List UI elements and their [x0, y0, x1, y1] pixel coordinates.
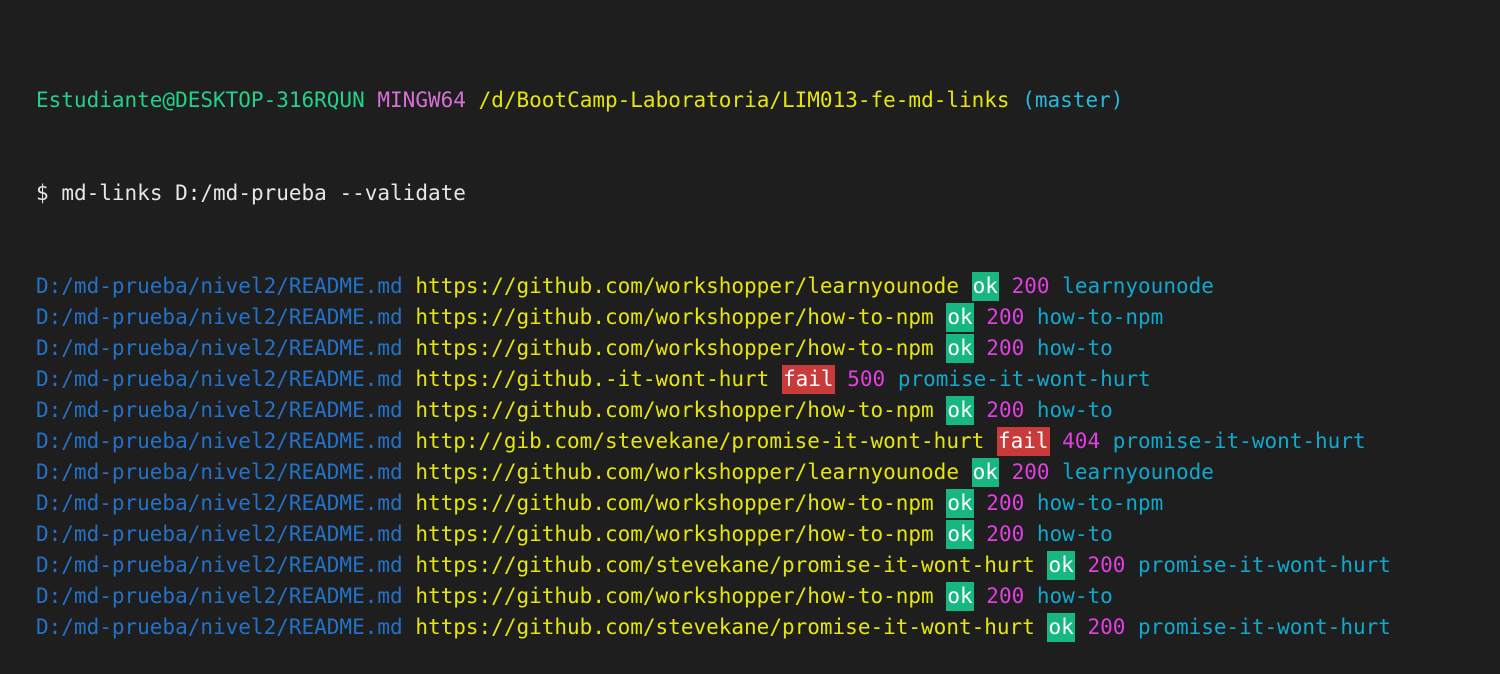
- result-link-text: how-to-npm: [1036, 305, 1164, 329]
- result-file-path: D:/md-prueba/nivel2/README.md: [36, 491, 403, 515]
- result-status-badge: ok: [946, 396, 974, 425]
- result-url: https://github.-it-wont-hurt: [415, 367, 770, 391]
- result-status-code: 200: [1087, 615, 1126, 639]
- result-url: https://github.com/workshopper/how-to-np…: [415, 305, 934, 329]
- result-row: D:/md-prueba/nivel2/README.md https://gi…: [36, 271, 1500, 302]
- result-status-badge: ok: [946, 582, 974, 611]
- result-status-code: 200: [986, 336, 1025, 360]
- result-file-path: D:/md-prueba/nivel2/README.md: [36, 398, 403, 422]
- result-row: D:/md-prueba/nivel2/README.md https://gi…: [36, 457, 1500, 488]
- result-row: D:/md-prueba/nivel2/README.md http://gib…: [36, 426, 1500, 457]
- result-status-code: 200: [986, 491, 1025, 515]
- result-url: http://gib.com/stevekane/promise-it-wont…: [415, 429, 985, 453]
- result-link-text: promise-it-wont-hurt: [1138, 553, 1391, 577]
- result-url: https://github.com/workshopper/learnyoun…: [415, 460, 959, 484]
- prompt-branch: (master): [1022, 88, 1124, 112]
- result-status-badge: ok: [971, 272, 999, 301]
- result-link-text: how-to: [1036, 584, 1113, 608]
- results-output: D:/md-prueba/nivel2/README.md https://gi…: [36, 271, 1500, 643]
- result-link-text: how-to: [1036, 336, 1113, 360]
- result-url: https://github.com/workshopper/how-to-np…: [415, 584, 934, 608]
- result-status-code: 200: [1087, 553, 1126, 577]
- result-row: D:/md-prueba/nivel2/README.md https://gi…: [36, 364, 1500, 395]
- result-file-path: D:/md-prueba/nivel2/README.md: [36, 336, 403, 360]
- result-status-badge: fail: [781, 365, 835, 394]
- terminal-window[interactable]: Estudiante@DESKTOP-316RQUN MINGW64 /d/Bo…: [0, 0, 1500, 642]
- command-text: md-links D:/md-prueba --validate: [61, 181, 466, 205]
- result-status-badge: ok: [971, 458, 999, 487]
- result-row: D:/md-prueba/nivel2/README.md https://gi…: [36, 488, 1500, 519]
- result-status-badge: fail: [996, 427, 1050, 456]
- result-row: D:/md-prueba/nivel2/README.md https://gi…: [36, 302, 1500, 333]
- result-status-code: 200: [986, 305, 1025, 329]
- result-file-path: D:/md-prueba/nivel2/README.md: [36, 522, 403, 546]
- result-status-code: 404: [1062, 429, 1101, 453]
- result-file-path: D:/md-prueba/nivel2/README.md: [36, 429, 403, 453]
- result-status-badge: ok: [946, 489, 974, 518]
- result-link-text: learnyounode: [1062, 460, 1214, 484]
- prompt-header-line: Estudiante@DESKTOP-316RQUN MINGW64 /d/Bo…: [36, 85, 1500, 116]
- result-status-badge: ok: [946, 520, 974, 549]
- result-status-code: 200: [986, 398, 1025, 422]
- result-row: D:/md-prueba/nivel2/README.md https://gi…: [36, 581, 1500, 612]
- result-row: D:/md-prueba/nivel2/README.md https://gi…: [36, 333, 1500, 364]
- result-url: https://github.com/stevekane/promise-it-…: [415, 553, 1035, 577]
- prompt-symbol: $: [36, 181, 49, 205]
- result-link-text: promise-it-wont-hurt: [1112, 429, 1366, 453]
- result-url: https://github.com/workshopper/learnyoun…: [415, 274, 959, 298]
- result-row: D:/md-prueba/nivel2/README.md https://gi…: [36, 395, 1500, 426]
- result-link-text: how-to-npm: [1036, 491, 1164, 515]
- result-url: https://github.com/workshopper/how-to-np…: [415, 398, 934, 422]
- result-row: D:/md-prueba/nivel2/README.md https://gi…: [36, 519, 1500, 550]
- result-status-code: 200: [1011, 460, 1050, 484]
- result-file-path: D:/md-prueba/nivel2/README.md: [36, 460, 403, 484]
- prompt-user-host: Estudiante@DESKTOP-316RQUN: [36, 88, 365, 112]
- result-link-text: promise-it-wont-hurt: [1138, 615, 1391, 639]
- result-status-code: 200: [986, 522, 1025, 546]
- result-link-text: how-to: [1036, 522, 1113, 546]
- result-status-badge: ok: [1047, 551, 1075, 580]
- result-link-text: learnyounode: [1062, 274, 1214, 298]
- result-status-badge: ok: [1047, 613, 1075, 642]
- result-link-text: promise-it-wont-hurt: [897, 367, 1151, 391]
- result-status-badge: ok: [946, 334, 974, 363]
- result-url: https://github.com/stevekane/promise-it-…: [415, 615, 1035, 639]
- result-file-path: D:/md-prueba/nivel2/README.md: [36, 305, 403, 329]
- result-status-code: 200: [986, 584, 1025, 608]
- result-file-path: D:/md-prueba/nivel2/README.md: [36, 553, 403, 577]
- prompt-system: MINGW64: [377, 88, 466, 112]
- result-file-path: D:/md-prueba/nivel2/README.md: [36, 274, 403, 298]
- result-url: https://github.com/workshopper/how-to-np…: [415, 491, 934, 515]
- result-file-path: D:/md-prueba/nivel2/README.md: [36, 615, 403, 639]
- result-url: https://github.com/workshopper/how-to-np…: [415, 336, 934, 360]
- result-status-code: 200: [1011, 274, 1050, 298]
- result-file-path: D:/md-prueba/nivel2/README.md: [36, 367, 403, 391]
- result-row: D:/md-prueba/nivel2/README.md https://gi…: [36, 612, 1500, 643]
- command-line: $ md-links D:/md-prueba --validate: [36, 178, 1500, 209]
- result-url: https://github.com/workshopper/how-to-np…: [415, 522, 934, 546]
- result-row: D:/md-prueba/nivel2/README.md https://gi…: [36, 550, 1500, 581]
- result-file-path: D:/md-prueba/nivel2/README.md: [36, 584, 403, 608]
- result-status-badge: ok: [946, 303, 974, 332]
- result-link-text: how-to: [1036, 398, 1113, 422]
- result-status-code: 500: [847, 367, 886, 391]
- prompt-cwd: /d/BootCamp-Laboratoria/LIM013-fe-md-lin…: [478, 88, 1010, 112]
